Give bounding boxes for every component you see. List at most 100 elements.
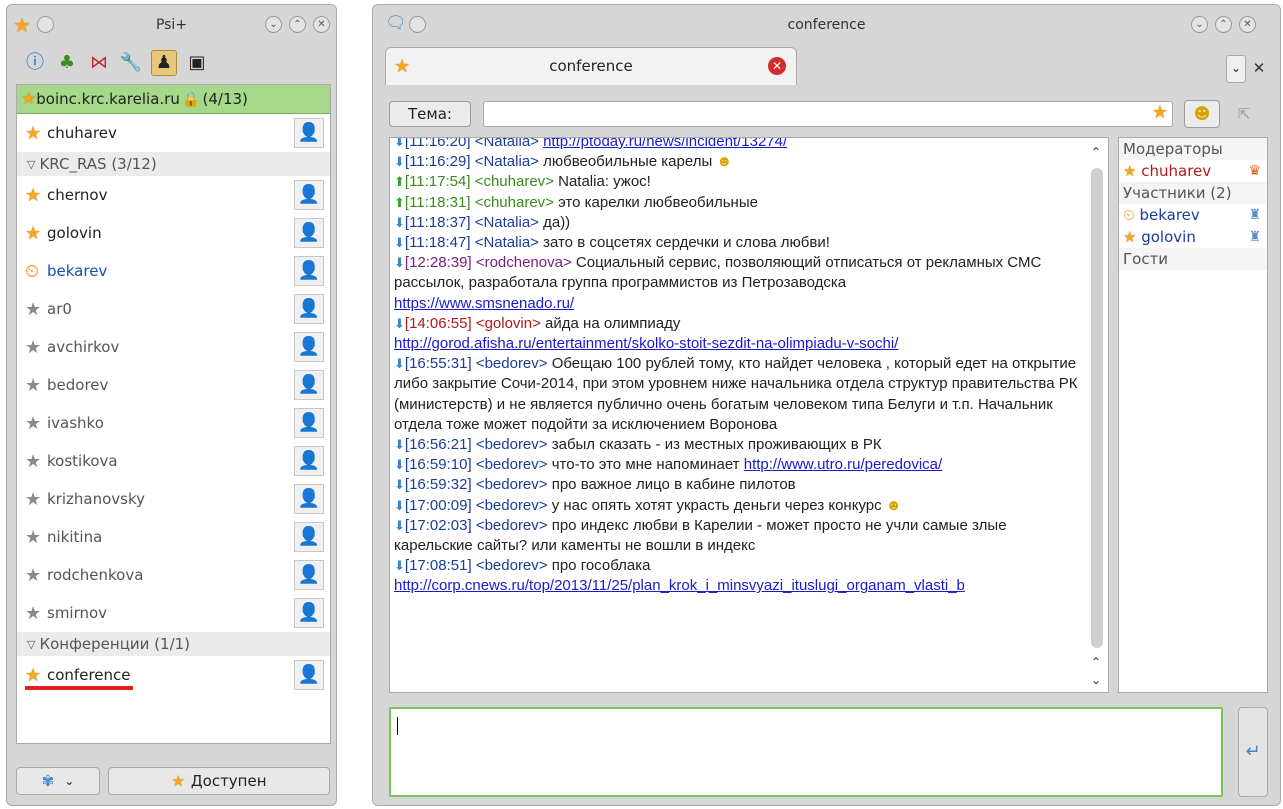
away-clock-icon: ⏲	[25, 260, 40, 282]
chat-message: ⬇[11:18:37] <Natalia> да))	[394, 213, 1082, 233]
message-link[interactable]: http://www.utro.ru/peredovica/	[744, 456, 942, 473]
account-header[interactable]: ★ boinc.krc.karelia.ru 🔒 (4/13)	[17, 85, 330, 114]
moderators-header[interactable]: Модераторы	[1119, 138, 1267, 160]
avatar: 👤	[294, 598, 324, 628]
scroll-up-icon[interactable]: ⌃	[1091, 142, 1101, 162]
main-menu-button[interactable]: ✾ ⌄	[16, 767, 100, 795]
message-text: у нас опять хотят украсть деньги через к…	[551, 496, 882, 514]
contact-row[interactable]: ★ golovin 👤	[17, 214, 330, 252]
contact-row[interactable]: ⏲ bekarev 👤	[17, 252, 330, 290]
maximize-button[interactable]: ⌃	[1215, 16, 1232, 33]
message-time: [11:18:37]	[404, 213, 471, 231]
service-discovery-icon[interactable]: ⋈	[87, 51, 111, 75]
occupant-name: chuharev	[1141, 162, 1212, 180]
info-icon[interactable]: ⓘ	[23, 51, 47, 75]
message-time: [17:00:09]	[404, 496, 472, 514]
offline-icon: ★	[25, 488, 42, 510]
chat-titlebar: 🗨 conference ⌄ ⌃ ✕	[373, 5, 1280, 45]
message-nick[interactable]: <bedorev>	[476, 456, 548, 473]
contact-row[interactable]: ★ rodchenkova 👤	[17, 556, 330, 594]
minimize-button[interactable]: ⌄	[1191, 16, 1208, 33]
message-link[interactable]: https://www.smsnenado.ru/	[394, 295, 574, 312]
message-nick[interactable]: <Natalia>	[475, 138, 539, 150]
occupant-name: bekarev	[1139, 206, 1200, 224]
guests-header[interactable]: Гости	[1119, 248, 1267, 270]
tab-list-button[interactable]: ⌄	[1226, 55, 1246, 83]
message-nick[interactable]: <bedorev>	[476, 476, 548, 493]
chat-message: ⬇[11:16:20] <Natalia> http://ptoday.ru/n…	[394, 138, 1082, 152]
log-scrollbar[interactable]: ⌃ ⌃ ⌄	[1088, 140, 1106, 690]
message-time: [12:28:39]	[404, 254, 472, 272]
topic-button[interactable]: Тема:	[389, 101, 471, 127]
add-contact-icon[interactable]: ♣	[55, 51, 79, 75]
status-button[interactable]: ★ Доступен	[108, 767, 330, 795]
participants-header[interactable]: Участники (2)	[1119, 182, 1267, 204]
message-nick[interactable]: <bedorev>	[476, 497, 548, 514]
close-all-icon[interactable]: ✕	[1250, 55, 1268, 81]
message-nick[interactable]: <rodchenova>	[476, 254, 572, 271]
show-offline-icon[interactable]: ♟	[151, 50, 177, 76]
account-status-icon: ★	[21, 89, 37, 109]
contact-name: bedorev	[47, 376, 109, 394]
maximize-button[interactable]: ⌃	[289, 16, 306, 33]
outgoing-arrow-icon: ⬆	[394, 194, 405, 210]
contact-row[interactable]: ★ ar0 👤	[17, 290, 330, 328]
message-nick[interactable]: <chuharev>	[475, 194, 554, 211]
contact-row[interactable]: ★ krizhanovsky 👤	[17, 480, 330, 518]
contact-row[interactable]: ★ smirnov 👤	[17, 594, 330, 632]
message-time: [16:59:32]	[404, 476, 472, 494]
incoming-arrow-icon: ⬇	[394, 477, 405, 493]
avatar: 👤	[294, 370, 324, 400]
group-header[interactable]: ▽ Конференции (1/1)	[17, 632, 330, 656]
message-nick[interactable]: <bedorev>	[476, 517, 548, 534]
close-tab-icon[interactable]: ✕	[768, 57, 786, 75]
close-button[interactable]: ✕	[1239, 16, 1256, 33]
contact-row[interactable]: ★ avchirkov 👤	[17, 328, 330, 366]
message-input[interactable]	[389, 707, 1223, 797]
online-status-icon: ★	[171, 772, 185, 790]
message-link[interactable]: http://ptoday.ru/news/incident/13274/	[543, 138, 787, 150]
close-button[interactable]: ✕	[313, 16, 330, 33]
occupant-row[interactable]: ⏲ bekarev ♜	[1119, 204, 1267, 226]
bookmark-star-icon[interactable]: ★	[1152, 102, 1168, 123]
contact-row[interactable]: ★ ivashko 👤	[17, 404, 330, 442]
chat-window: 🗨 conference ⌄ ⌃ ✕ ★ conference ✕ ⌄ ✕ Те…	[372, 4, 1281, 806]
incoming-arrow-icon: ⬇	[394, 356, 405, 372]
minimize-button[interactable]: ⌄	[265, 16, 282, 33]
settings-wrench-icon[interactable]: 🔧	[119, 51, 143, 75]
message-nick[interactable]: <Natalia>	[475, 153, 539, 170]
message-text: это карелки любвеобильные	[558, 193, 758, 211]
contact-row[interactable]: ★ chernov 👤	[17, 176, 330, 214]
scroll-down-icon[interactable]: ⌄	[1091, 670, 1101, 690]
message-nick[interactable]: <bedorev>	[476, 557, 548, 574]
contact-row[interactable]: ★ bedorev 👤	[17, 366, 330, 404]
message-nick[interactable]: <Natalia>	[475, 234, 539, 251]
message-nick[interactable]: <golovin>	[476, 315, 541, 332]
message-nick[interactable]: <Natalia>	[475, 214, 539, 231]
contact-row[interactable]: ★ chuharev 👤	[17, 114, 330, 152]
avatar: 👤	[294, 218, 324, 248]
occupant-row[interactable]: ★ chuharev ♛	[1119, 160, 1267, 182]
moderator-badge-icon: ♛	[1248, 163, 1261, 179]
xml-console-icon[interactable]: ▣	[185, 51, 209, 75]
message-nick[interactable]: <bedorev>	[476, 355, 548, 372]
message-text: про гособлака	[551, 557, 651, 575]
message-link[interactable]: http://gorod.afisha.ru/entertainment/sko…	[394, 335, 898, 352]
message-nick[interactable]: <bedorev>	[476, 436, 548, 453]
outgoing-arrow-icon: ⬆	[394, 174, 405, 190]
send-button[interactable]: ↵	[1238, 707, 1268, 797]
message-nick[interactable]: <chuharev>	[475, 173, 554, 190]
scroll-thumb[interactable]	[1091, 168, 1103, 648]
topic-field[interactable]: ★	[483, 101, 1173, 127]
chat-message: ⬇[16:55:31] <bedorev> Обещаю 100 рублей …	[394, 354, 1082, 435]
message-time: [11:18:31]	[404, 193, 471, 211]
occupant-row[interactable]: ★ golovin ♜	[1119, 226, 1267, 248]
tab-conference[interactable]: ★ conference ✕	[385, 47, 797, 85]
pointer-icon[interactable]: ⇱	[1227, 100, 1261, 128]
avatar: 👤	[294, 118, 324, 148]
group-header[interactable]: ▽ KRC_RAS (3/12)	[17, 152, 330, 176]
contact-row[interactable]: ★ kostikova 👤	[17, 442, 330, 480]
emoticon-button[interactable]: ☻	[1184, 100, 1220, 128]
message-link[interactable]: http://corp.cnews.ru/top/2013/11/25/plan…	[394, 577, 965, 594]
contact-row[interactable]: ★ nikitina 👤	[17, 518, 330, 556]
